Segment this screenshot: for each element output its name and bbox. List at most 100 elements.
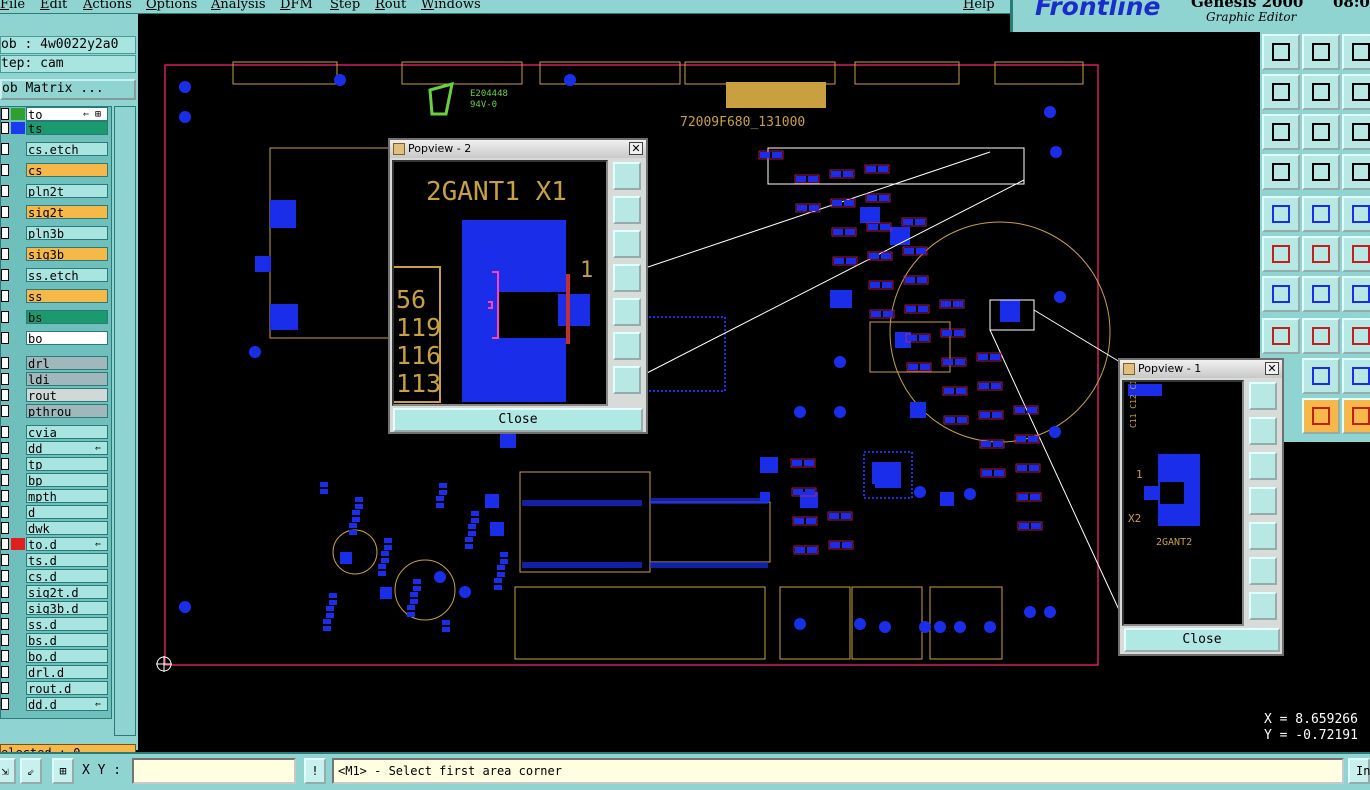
layer-row-drl-d[interactable]: drl.d xyxy=(1,665,111,679)
layer-row-ss-d[interactable]: ss.d xyxy=(1,617,111,631)
layer-row-to[interactable]: to ⇐ ⊞ xyxy=(1,107,111,121)
ruler-icon[interactable] xyxy=(1342,196,1370,232)
layer-checkbox[interactable] xyxy=(1,122,9,134)
pan-right-button[interactable] xyxy=(613,298,641,326)
layer-row-cs[interactable]: cs xyxy=(1,163,111,177)
layer-checkbox[interactable] xyxy=(1,602,9,614)
zoom-ratio-icon[interactable] xyxy=(1342,114,1370,150)
layer-row-tp[interactable]: tp xyxy=(1,457,111,471)
layer-checkbox[interactable] xyxy=(1,554,9,566)
arrow-c-icon[interactable] xyxy=(1342,358,1370,394)
pointer2-icon[interactable] xyxy=(1302,398,1340,434)
layer-checkbox[interactable] xyxy=(1,458,9,470)
layer-row-drl[interactable]: drl xyxy=(1,356,111,370)
cursor-box-icon[interactable] xyxy=(1262,318,1300,354)
layer-row-dwk[interactable]: dwk xyxy=(1,521,111,535)
zoom-fit-button[interactable] xyxy=(613,162,641,190)
layer-checkbox[interactable] xyxy=(1,570,9,582)
popview-2-close-button[interactable]: Close xyxy=(393,408,643,432)
layer-row-bs-d[interactable]: bs.d xyxy=(1,633,111,647)
pan-left-button[interactable] xyxy=(613,264,641,292)
job-matrix-button[interactable]: ob Matrix ... xyxy=(0,79,136,100)
popview-1-view[interactable]: C11 C12 C13 R57 1 X2 2GANT2 xyxy=(1122,356,1244,626)
measure-icon[interactable] xyxy=(1302,318,1340,354)
layer-row-sig3b-d[interactable]: sig3b.d xyxy=(1,601,111,615)
layer-checkbox[interactable] xyxy=(1,357,9,369)
zoom-in-button[interactable] xyxy=(613,332,641,360)
pan-right-button[interactable] xyxy=(1249,522,1277,550)
pan-down-button[interactable] xyxy=(613,230,641,258)
zoom-out-button[interactable] xyxy=(1249,592,1277,620)
alert-button[interactable]: ! xyxy=(304,758,326,784)
layer-checkbox[interactable] xyxy=(1,490,9,502)
home-icon[interactable] xyxy=(1342,34,1370,70)
popview-2-view[interactable]: 2GANT1 X1 1 56 119 116 113 xyxy=(392,160,608,406)
layer-row-rout[interactable]: rout xyxy=(1,388,111,402)
menu-edit[interactable]: Edit xyxy=(40,0,67,12)
layer-row-pln3b[interactable]: pln3b xyxy=(1,226,111,240)
close-icon[interactable]: ✕ xyxy=(1265,362,1279,375)
layer-checkbox[interactable] xyxy=(1,290,9,302)
layer-row-d[interactable]: d xyxy=(1,505,111,519)
menu-analysis[interactable]: Analysis xyxy=(211,0,266,12)
layer-checkbox[interactable] xyxy=(1,666,9,678)
menu-options[interactable]: Options xyxy=(146,0,197,12)
layer-checkbox[interactable] xyxy=(1,248,9,260)
menu-dfm[interactable]: DFM xyxy=(280,0,313,12)
layer-row-ts[interactable]: ts xyxy=(1,121,111,135)
menu-actions[interactable]: Actions xyxy=(83,0,132,12)
layer-checkbox[interactable] xyxy=(1,682,9,694)
layer-row-bo[interactable]: bo xyxy=(1,331,111,345)
line2-icon[interactable] xyxy=(1302,276,1340,312)
layer-row-ss-etch[interactable]: ss.etch xyxy=(1,268,111,282)
layer-checkbox[interactable] xyxy=(1,405,9,417)
layer-row-rout-d[interactable]: rout.d xyxy=(1,681,111,695)
layer-row-cs-etch[interactable]: cs.etch xyxy=(1,142,111,156)
layer-checkbox[interactable] xyxy=(1,185,9,197)
info-button[interactable]: In xyxy=(1348,758,1370,784)
layer-row-ldi[interactable]: ldi xyxy=(1,372,111,386)
popview-1-titlebar[interactable]: Popview - 1 ✕ xyxy=(1120,360,1282,378)
layer-scrollbar[interactable] xyxy=(114,106,136,736)
layer-row-cvia[interactable]: cvia xyxy=(1,425,111,439)
layer-checkbox[interactable] xyxy=(1,164,9,176)
layer-checkbox[interactable] xyxy=(1,698,9,710)
tool-button-a[interactable]: ⇲ xyxy=(0,758,16,784)
layer-checkbox[interactable] xyxy=(1,618,9,630)
layer-checkbox[interactable] xyxy=(1,373,9,385)
layer-checkbox[interactable] xyxy=(1,332,9,344)
rotate-icon[interactable] xyxy=(1342,276,1370,312)
layer-row-pthrou[interactable]: pthrou xyxy=(1,404,111,418)
connect-icon[interactable] xyxy=(1262,236,1300,272)
layer-checkbox[interactable] xyxy=(1,311,9,323)
snap-icon[interactable] xyxy=(1342,154,1370,190)
pan-up-button[interactable] xyxy=(613,196,641,224)
cross-icon[interactable] xyxy=(1302,236,1340,272)
tool-button-b[interactable]: ⇙ xyxy=(20,758,42,784)
menu-help[interactable]: Help xyxy=(963,0,995,12)
layer-checkbox[interactable] xyxy=(1,538,9,550)
layer-row-sig3b[interactable]: sig3b xyxy=(1,247,111,261)
save-icon[interactable] xyxy=(1302,34,1340,70)
layer-checkbox[interactable] xyxy=(1,206,9,218)
layer-checkbox[interactable] xyxy=(1,108,9,120)
next-icon[interactable] xyxy=(1302,74,1340,110)
settings-icon[interactable] xyxy=(1262,154,1300,190)
open-icon[interactable] xyxy=(1262,34,1300,70)
grid-icon[interactable] xyxy=(1302,154,1340,190)
layer-row-cs-d[interactable]: cs.d xyxy=(1,569,111,583)
xy-input[interactable] xyxy=(132,758,296,784)
layer-row-dd-d[interactable]: dd.d ⇐ xyxy=(1,697,111,711)
pan-down-button[interactable] xyxy=(1249,452,1277,480)
layer-checkbox[interactable] xyxy=(1,474,9,486)
pan-up-button[interactable] xyxy=(1249,417,1277,445)
layer-row-dd[interactable]: dd ⇐ xyxy=(1,441,111,455)
popview-1-close-button[interactable]: Close xyxy=(1124,628,1280,652)
layer-checkbox[interactable] xyxy=(1,426,9,438)
prev-icon[interactable] xyxy=(1262,74,1300,110)
layer-row-bo-d[interactable]: bo.d xyxy=(1,649,111,663)
route-icon[interactable] xyxy=(1342,236,1370,272)
layer-row-sig2t-d[interactable]: sig2t.d xyxy=(1,585,111,599)
select-icon[interactable] xyxy=(1262,196,1300,232)
menu-file[interactable]: File xyxy=(0,0,25,12)
